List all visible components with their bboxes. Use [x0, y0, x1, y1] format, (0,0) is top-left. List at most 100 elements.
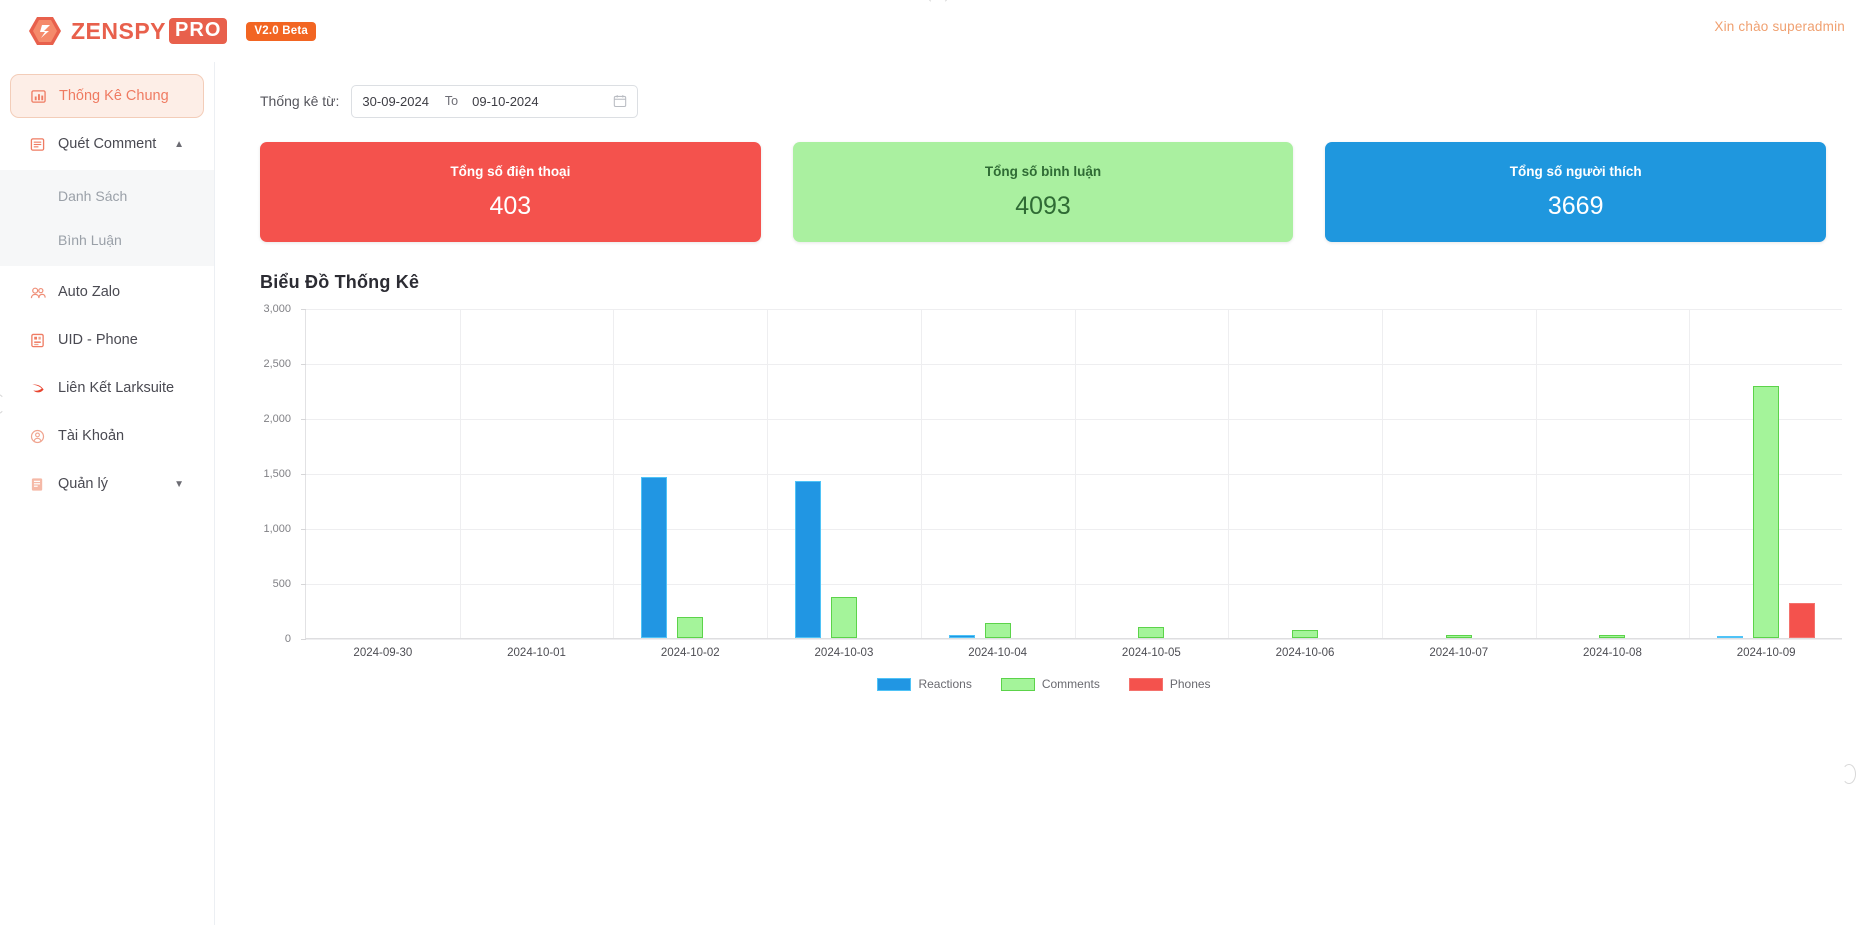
date-from-input[interactable]: 30-09-2024 — [362, 94, 429, 109]
sidebar-subitem-danh-sach[interactable]: Danh Sách — [0, 174, 214, 218]
sidebar-item-label: Tài Khoản — [58, 428, 125, 444]
chart-x-tick-label: 2024-10-04 — [968, 647, 1028, 659]
chart-bar-reactions[interactable] — [794, 480, 821, 638]
statistics-chart: 0 500 1,000 1,500 2,000 2,500 3,000 2024-09-30 2… — [260, 303, 1856, 784]
chart-x-tick-label: 2024-10-09 — [1736, 647, 1796, 659]
chart-bar-comments[interactable] — [677, 616, 704, 638]
chart-vertical-gridline — [613, 309, 615, 638]
stat-card-title: Tổng số bình luận — [984, 163, 1102, 179]
chart-vertical-gridline — [1381, 309, 1383, 638]
sidebar-subitem-label: Danh Sách — [58, 188, 128, 204]
scroll-nub-top — [928, 0, 948, 4]
legend-label: Comments — [1041, 677, 1100, 691]
chart-bar-comments[interactable] — [984, 622, 1011, 638]
user-greeting[interactable]: Xin chào superadmin — [1714, 19, 1845, 34]
sidebar-item-label: Quét Comment — [58, 136, 157, 152]
chart-y-tick-mark — [301, 639, 306, 640]
legend-label: Reactions — [918, 677, 972, 691]
scroll-nub-right[interactable] — [1842, 764, 1856, 784]
chart-y-tick-label: 2,500 — [263, 358, 291, 370]
sidebar-item-label: UID - Phone — [58, 332, 138, 348]
stat-card-phones[interactable]: Tổng số điện thoại 403 — [260, 142, 761, 242]
sidebar-item-lien-ket-larksuite[interactable]: Liên Kết Larksuite — [10, 366, 204, 410]
chart-bar-comments[interactable] — [1753, 386, 1780, 638]
chart-y-tick-label: 1,500 — [263, 468, 291, 480]
chart-y-tick-mark — [301, 364, 306, 365]
chart-vertical-gridline — [1535, 309, 1537, 638]
sidebar-subitem-label: Bình Luận — [58, 232, 122, 248]
sidebar-item-auto-zalo[interactable]: Auto Zalo — [10, 270, 204, 314]
date-filter-row: Thống kê từ: 30-09-2024 To 09-10-2024 — [260, 84, 1869, 118]
chart-y-tick-mark — [301, 584, 306, 585]
chart-x-tick-label: 2024-09-30 — [353, 647, 413, 659]
sidebar-subitem-binh-luan[interactable]: Bình Luận — [0, 218, 214, 262]
sidebar-item-quan-ly[interactable]: Quản lý ▼ — [10, 462, 204, 506]
date-range-separator: To — [444, 94, 459, 108]
chart-legend: Reactions Comments Phones — [260, 677, 1850, 691]
stat-card-title: Tổng số điện thoại — [450, 163, 571, 179]
calendar-icon[interactable] — [613, 94, 627, 108]
legend-swatch — [1000, 677, 1035, 691]
uid-phone-icon — [28, 333, 47, 348]
sidebar-item-label: Thống Kê Chung — [59, 88, 169, 104]
zenspy-logo-icon — [29, 17, 61, 45]
chart-bar-reactions[interactable] — [948, 634, 975, 638]
date-to-input[interactable]: 09-10-2024 — [472, 94, 539, 109]
legend-swatch — [1128, 677, 1163, 691]
legend-item-comments[interactable]: Comments — [1000, 677, 1100, 691]
sidebar-item-tai-khoan[interactable]: Tài Khoản — [10, 414, 204, 458]
chart-y-tick-mark — [301, 474, 306, 475]
app-logo[interactable]: ZENSPY PRO — [28, 16, 228, 46]
chart-vertical-gridline — [459, 309, 461, 638]
stat-card-likes[interactable]: Tổng số người thích 3669 — [1325, 142, 1827, 242]
sidebar-item-uid-phone[interactable]: UID - Phone — [10, 318, 204, 362]
chart-bar-icon — [29, 89, 48, 104]
sidebar-submenu-quet-comment: Danh Sách Bình Luận — [0, 170, 214, 266]
chart-y-tick-label: 3,000 — [263, 303, 291, 315]
chart-gridline — [306, 639, 1842, 640]
main-content: Thống kê từ: 30-09-2024 To 09-10-2024 Tổ… — [215, 62, 1869, 925]
chart-y-tick-mark — [301, 309, 306, 310]
logo-pro-badge: PRO — [169, 18, 228, 44]
chart-bar-comments[interactable] — [1445, 634, 1472, 638]
chart-x-tick-label: 2024-10-03 — [814, 647, 874, 659]
management-icon — [28, 477, 47, 492]
version-badge: V2.0 Beta — [246, 21, 316, 41]
chart-bar-comments[interactable] — [1599, 634, 1626, 638]
chevron-down-icon[interactable]: ▼ — [174, 479, 184, 490]
chart-bar-reactions[interactable] — [641, 476, 668, 638]
date-filter-label: Thống kê từ: — [260, 93, 340, 109]
sidebar-collapse-nub[interactable] — [0, 394, 5, 414]
chart-y-tick-label: 0 — [284, 633, 291, 645]
chart-y-tick-mark — [301, 419, 306, 420]
account-icon — [28, 429, 47, 444]
stat-cards-row: Tổng số điện thoại 403 Tổng số bình luận… — [260, 142, 1827, 242]
chart-x-tick-label: 2024-10-05 — [1121, 647, 1181, 659]
chart-bar-comments[interactable] — [1292, 629, 1319, 638]
chart-vertical-gridline — [767, 309, 769, 638]
date-range-picker[interactable]: 30-09-2024 To 09-10-2024 — [351, 84, 639, 118]
app-header: ZENSPY PRO V2.0 Beta Xin chào superadmin — [0, 0, 1869, 62]
chart-y-tick-label: 500 — [272, 578, 291, 590]
chart-title: Biểu Đồ Thống Kê — [260, 272, 420, 292]
stat-card-value: 3669 — [1547, 191, 1604, 220]
chart-bar-comments[interactable] — [830, 596, 857, 638]
chart-x-tick-label: 2024-10-01 — [507, 647, 566, 659]
zalo-icon — [28, 285, 47, 300]
chart-bar-comments[interactable] — [1138, 627, 1165, 638]
stat-card-comments[interactable]: Tổng số bình luận 4093 — [792, 142, 1294, 242]
legend-label: Phones — [1169, 677, 1211, 691]
sidebar-item-label: Auto Zalo — [58, 284, 121, 300]
chart-y-tick-mark — [301, 529, 306, 530]
chart-y-tick-label: 2,000 — [263, 413, 291, 425]
chart-vertical-gridline — [920, 309, 922, 638]
chevron-up-icon[interactable]: ▲ — [174, 139, 184, 150]
legend-item-reactions[interactable]: Reactions — [877, 677, 972, 691]
logo-wordmark: ZENSPY PRO — [71, 18, 228, 45]
legend-item-phones[interactable]: Phones — [1128, 677, 1211, 691]
chart-bar-phones[interactable] — [1789, 602, 1816, 638]
chart-bar-reactions[interactable] — [1717, 635, 1744, 638]
sidebar-item-thong-ke-chung[interactable]: Thống Kê Chung — [10, 74, 204, 118]
sidebar-item-quet-comment[interactable]: Quét Comment ▲ — [10, 122, 204, 166]
larksuite-icon — [28, 381, 47, 396]
